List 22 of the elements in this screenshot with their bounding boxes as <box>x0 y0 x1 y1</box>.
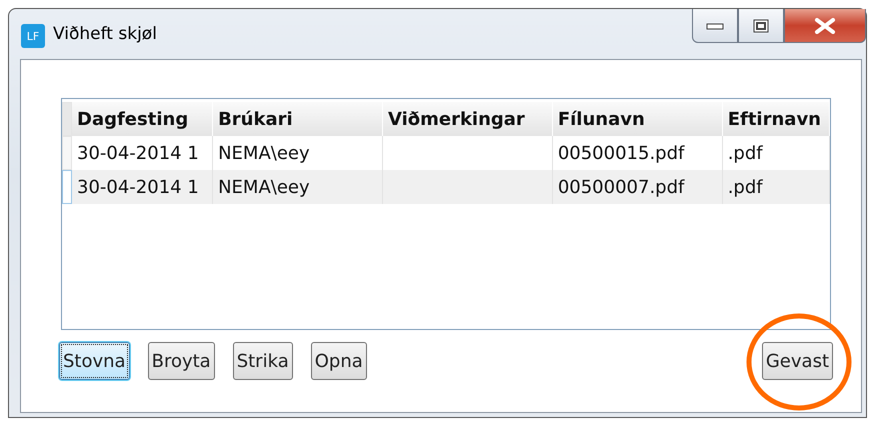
action-button[interactable]: Opna <box>310 342 367 380</box>
table-cell: 30-04-2014 1 <box>72 170 214 204</box>
app-logo: LF <box>21 24 45 48</box>
table-cell: NEMA\eey <box>213 170 383 204</box>
column-header[interactable]: Eftirnavn <box>722 102 830 136</box>
column-header[interactable]: Fílunavn <box>552 102 723 136</box>
table-cell: 00500007.pdf <box>552 170 723 204</box>
action-button[interactable]: Broyta <box>148 342 215 380</box>
close-button[interactable] <box>784 9 866 43</box>
maximize-icon <box>753 18 769 32</box>
close-dialog-button[interactable]: Gevast <box>762 342 833 380</box>
column-header[interactable]: Brúkari <box>213 102 383 136</box>
minimize-icon <box>706 20 724 30</box>
action-button[interactable]: Stovna <box>59 342 130 380</box>
window-title: Viðheft skjøl <box>53 24 157 44</box>
close-icon <box>814 18 836 34</box>
maximize-button[interactable] <box>738 9 784 43</box>
column-header[interactable]: Dagfesting <box>72 102 214 136</box>
minimize-button[interactable] <box>692 9 738 43</box>
action-button[interactable]: Strika <box>232 342 293 380</box>
column-header[interactable]: Viðmerkingar <box>382 102 553 136</box>
table-cell: .pdf <box>722 170 830 204</box>
